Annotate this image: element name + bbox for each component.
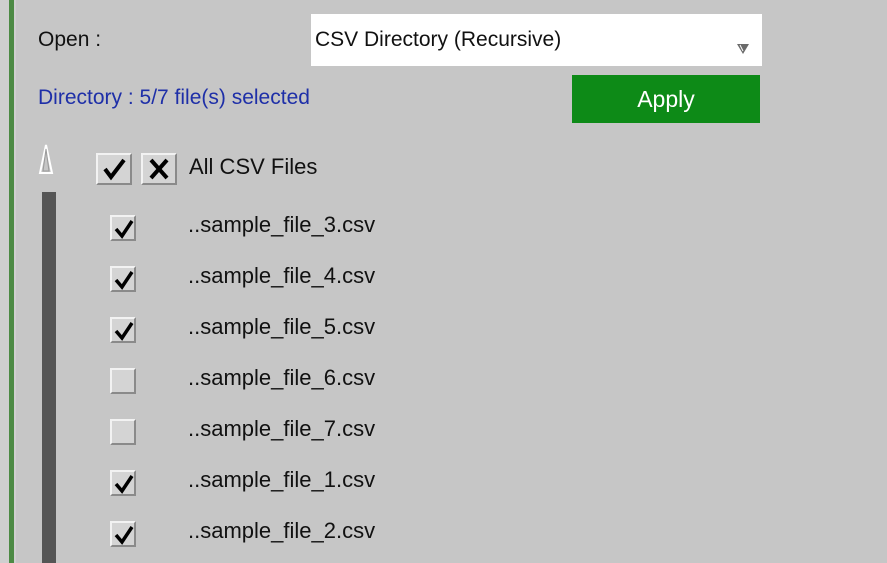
open-label: Open :	[38, 28, 102, 51]
file-checkbox[interactable]	[110, 317, 136, 343]
checkmark-icon	[114, 475, 134, 494]
file-checkbox[interactable]	[110, 470, 136, 496]
file-checkbox[interactable]	[110, 215, 136, 241]
file-row[interactable]: ..sample_file_4.csv	[110, 263, 530, 303]
checkmark-icon	[114, 526, 134, 545]
file-name: ..sample_file_7.csv	[188, 416, 376, 441]
tree-guide-line	[42, 192, 56, 563]
file-name: ..sample_file_6.csv	[188, 365, 376, 390]
selection-status-text: Directory : 5/7 file(s) selected	[38, 86, 310, 109]
file-name: ..sample_file_1.csv	[188, 467, 376, 492]
all-csv-files-label: All CSV Files	[189, 154, 318, 179]
checkmark-icon	[114, 271, 134, 290]
file-row[interactable]: ..sample_file_3.csv	[110, 212, 530, 252]
csv-open-panel: Open : CSV Directory (Recursive) Directo…	[0, 0, 887, 563]
panel-edge-strip	[0, 0, 16, 563]
file-checkbox[interactable]	[110, 419, 136, 445]
checkmark-icon	[103, 158, 126, 181]
file-name: ..sample_file_4.csv	[188, 263, 376, 288]
x-mark-icon	[149, 158, 169, 180]
file-name: ..sample_file_5.csv	[188, 314, 376, 339]
file-name: ..sample_file_2.csv	[188, 518, 376, 543]
file-checkbox[interactable]	[110, 521, 136, 547]
dropdown-arrow-icon	[737, 44, 749, 54]
file-row[interactable]: ..sample_file_5.csv	[110, 314, 530, 354]
open-type-dropdown[interactable]: CSV Directory (Recursive)	[311, 14, 762, 66]
apply-button[interactable]: Apply	[572, 75, 760, 123]
file-checkbox[interactable]	[110, 266, 136, 292]
select-all-button[interactable]	[96, 153, 132, 185]
tree-collapse-icon[interactable]	[36, 143, 56, 177]
checkmark-icon	[114, 322, 134, 341]
file-row[interactable]: ..sample_file_2.csv	[110, 518, 530, 558]
file-row[interactable]: ..sample_file_1.csv	[110, 467, 530, 507]
open-type-selected-value: CSV Directory (Recursive)	[315, 28, 562, 51]
file-name: ..sample_file_3.csv	[188, 212, 376, 237]
deselect-all-button[interactable]	[141, 153, 177, 185]
file-checkbox[interactable]	[110, 368, 136, 394]
file-row[interactable]: ..sample_file_7.csv	[110, 416, 530, 456]
checkmark-icon	[114, 220, 134, 239]
file-row[interactable]: ..sample_file_6.csv	[110, 365, 530, 405]
